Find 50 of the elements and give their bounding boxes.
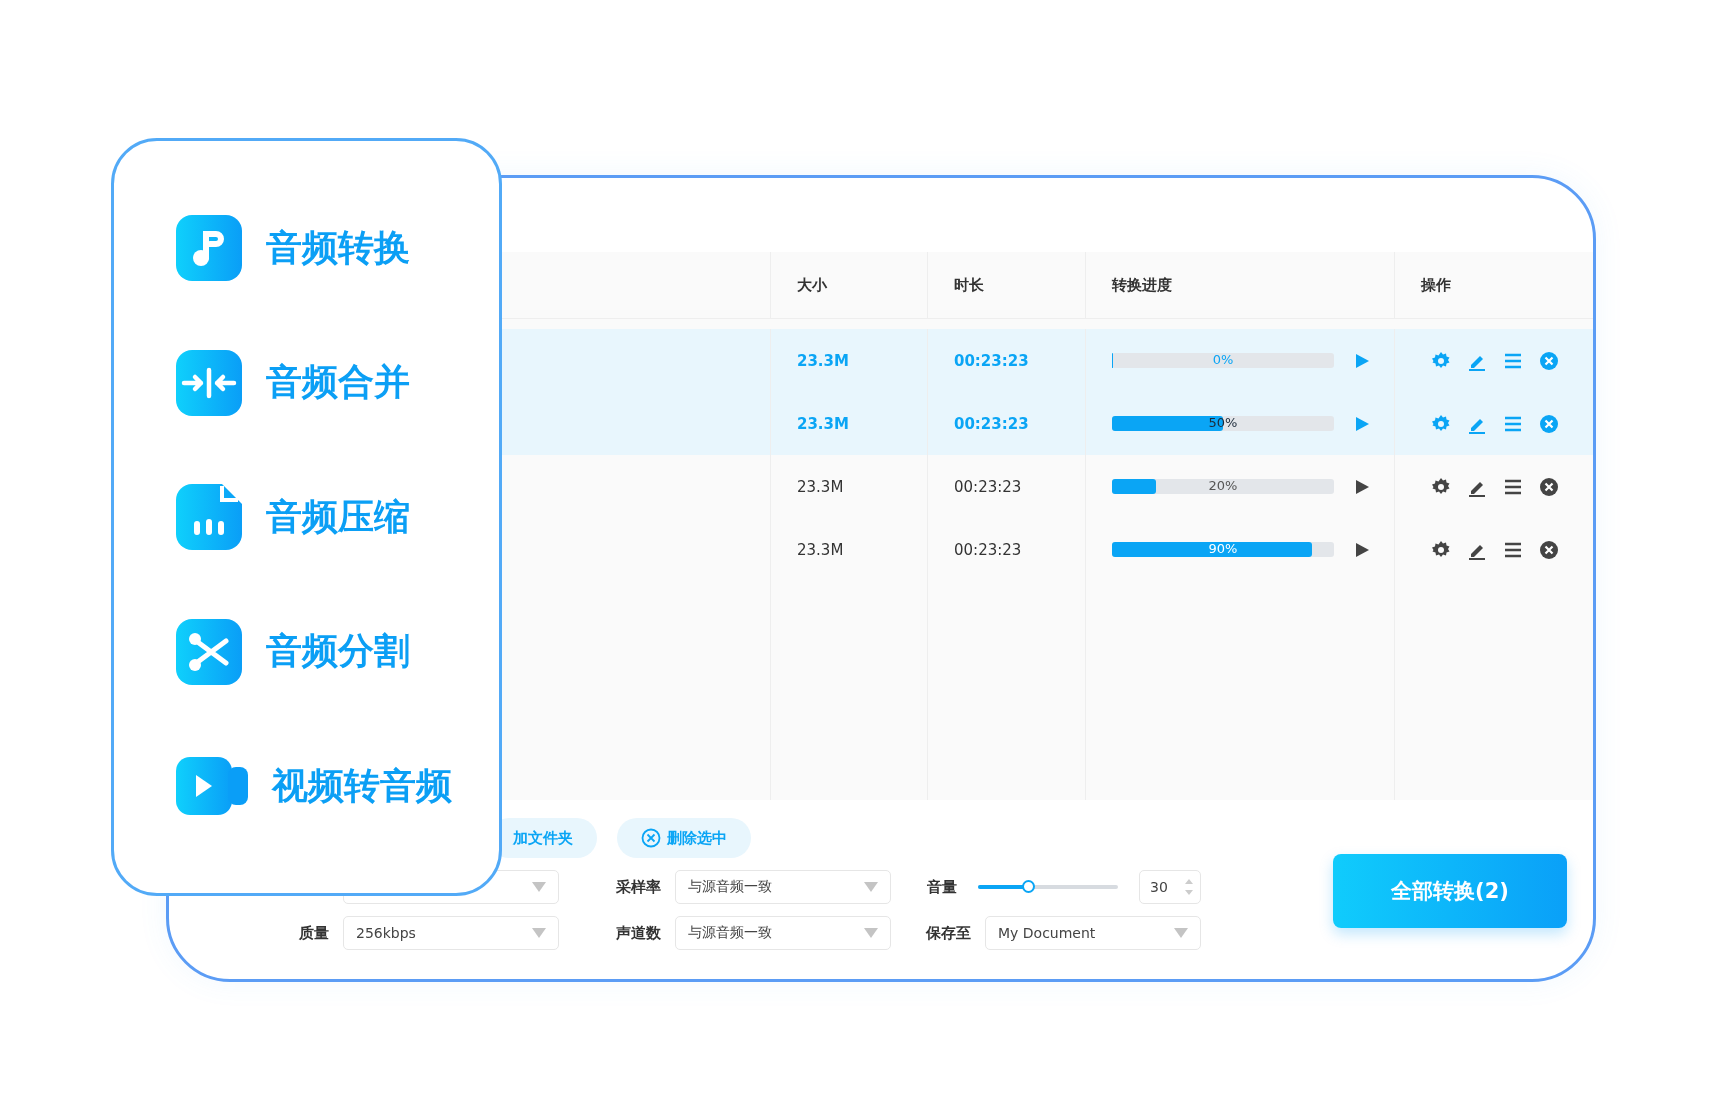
dropdown-caret-icon xyxy=(1174,928,1188,938)
file-duration: 00:23:23 xyxy=(954,477,1022,496)
file-duration: 00:23:23 xyxy=(954,351,1029,370)
dropdown-caret-icon xyxy=(532,928,546,938)
play-button[interactable] xyxy=(1356,542,1369,557)
feature-item[interactable]: 音频压缩 xyxy=(176,484,499,550)
audio-file-icon xyxy=(176,484,242,550)
progress-label: 0% xyxy=(1211,352,1235,367)
dropdown-caret-icon xyxy=(864,928,878,938)
music-note-icon xyxy=(176,215,242,281)
file-size: 23.3M xyxy=(797,477,844,496)
progress-label: 20% xyxy=(1207,478,1239,493)
setting-label: 采样率 xyxy=(616,877,661,897)
file-duration: 00:23:23 xyxy=(954,414,1029,433)
setting-label: 质量 xyxy=(299,923,329,943)
menu-button[interactable] xyxy=(1503,477,1523,496)
feature-item[interactable]: 音频转换 xyxy=(176,215,499,281)
dropdown-field[interactable]: 256kbps xyxy=(343,916,559,950)
merge-arrows-icon xyxy=(176,349,242,416)
setting-label: 声道数 xyxy=(616,923,661,943)
file-size: 23.3M xyxy=(797,414,849,433)
close-circle-icon xyxy=(641,828,661,848)
file-duration: 00:23:23 xyxy=(954,540,1022,559)
volume-input[interactable]: 30 xyxy=(1139,870,1201,904)
setting-label: 音量 xyxy=(927,877,957,897)
play-button[interactable] xyxy=(1356,479,1369,494)
column-header: 操作 xyxy=(1421,275,1451,295)
setting-label: 保存至 xyxy=(926,923,971,943)
dropdown-caret-icon xyxy=(532,882,546,892)
file-size: 23.3M xyxy=(797,351,849,370)
convert-all-button[interactable]: 全部转换(2) xyxy=(1333,854,1567,928)
column-header: 大小 xyxy=(797,275,827,295)
scissors-icon xyxy=(176,618,242,685)
column-header: 时长 xyxy=(954,275,984,295)
column-header: 转换进度 xyxy=(1112,275,1172,295)
delete-button[interactable] xyxy=(1539,476,1559,497)
file-size: 23.3M xyxy=(797,540,844,559)
dropdown-field[interactable]: 与源音频一致 xyxy=(675,870,891,904)
dropdown-field[interactable]: 与源音频一致 xyxy=(675,916,891,950)
slider-thumb[interactable] xyxy=(1022,880,1036,893)
dropdown-caret-icon xyxy=(864,882,878,892)
feature-item[interactable]: 视频转音频 xyxy=(176,753,499,819)
menu-button[interactable] xyxy=(1503,540,1523,559)
delete-selected-button[interactable]: 删除选中 xyxy=(617,818,751,858)
stepper-icon xyxy=(1184,877,1194,897)
progress-label: 50% xyxy=(1207,415,1239,430)
dropdown-field[interactable]: My Document xyxy=(985,916,1201,950)
feature-item[interactable]: 音频分割 xyxy=(176,618,499,685)
progress-label: 90% xyxy=(1207,541,1239,556)
delete-button[interactable] xyxy=(1539,539,1559,560)
